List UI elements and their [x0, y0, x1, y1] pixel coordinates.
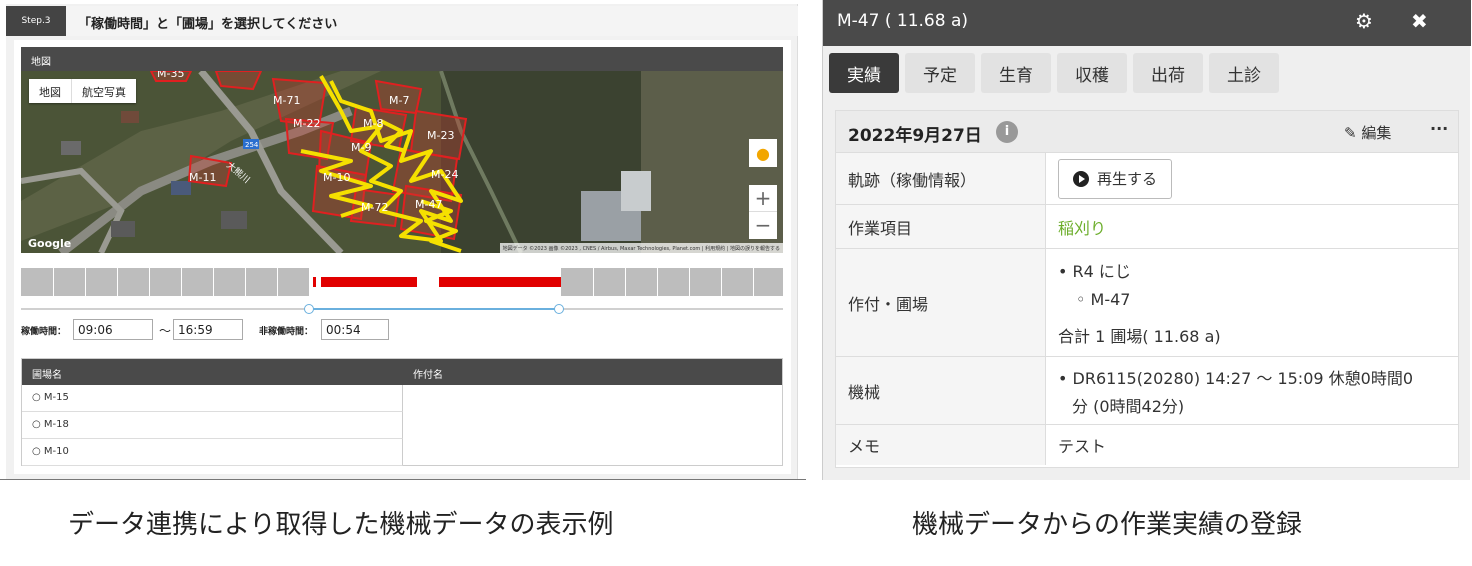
tab-soil[interactable]: 土診: [1209, 53, 1279, 93]
tab-results[interactable]: 実績: [829, 53, 899, 93]
tab-growth[interactable]: 生育: [981, 53, 1051, 93]
start-time-input[interactable]: 09:06: [73, 319, 153, 340]
row-memo: メモ テスト: [836, 425, 1458, 465]
map-label-m35: M-35: [157, 71, 184, 80]
step-title: 「稼働時間」と「圃場」を選択してください: [78, 17, 338, 32]
svg-text:M-24: M-24: [431, 168, 458, 181]
tab-bar: 実績 予定 生育 収穫 出荷 土診: [829, 53, 1279, 93]
timeline-work-segment: [439, 277, 561, 287]
track-label: 軌跡（稼働情報）: [836, 153, 1046, 204]
left-panel: Step.3 「稼働時間」と「圃場」を選択してください 地図 M-35 M-71…: [6, 4, 798, 480]
col-crop-name: 作付名: [413, 370, 443, 381]
time-slider-range: [309, 308, 559, 310]
svg-text:M-7: M-7: [389, 94, 409, 107]
machine-label: 機械: [836, 357, 1046, 424]
field-table: 圃場名 作付名 ○ M-15 ○ M-18 ○ M-10: [21, 358, 783, 466]
caption-right: 機械データからの作業実績の登録: [912, 510, 1303, 540]
operation-timeline[interactable]: [21, 268, 783, 296]
row-crop: 作付・圃場 • R4 にじ ◦ M-47 合計 1 圃場( 11.68 a): [836, 249, 1458, 357]
crop-name: • R4 にじ: [1058, 262, 1131, 281]
time-slider-end-handle[interactable]: [554, 304, 564, 314]
field-total: 合計 1 圃場( 11.68 a): [1058, 327, 1221, 346]
play-button[interactable]: 再生する: [1058, 158, 1173, 199]
machine-value-cont: 分 (0時間42分): [1072, 396, 1185, 416]
timeline-work-segment: [321, 277, 417, 287]
caption-left: データ連携により取得した機械データの表示例: [68, 510, 614, 540]
street-view-pegman-icon[interactable]: ●: [749, 139, 777, 167]
step-bar: Step.3 「稼働時間」と「圃場」を選択してください: [6, 6, 798, 36]
col-field-name: 圃場名: [32, 370, 62, 381]
table-header: 圃場名 作付名: [22, 359, 782, 385]
map-type-satellite[interactable]: 航空写真: [71, 79, 136, 103]
svg-text:M-10: M-10: [323, 171, 350, 184]
time-slider-start-handle[interactable]: [304, 304, 314, 314]
field-title: M-47 ( 11.68 a): [837, 11, 968, 31]
map-header: 地図: [21, 47, 783, 71]
machine-value: • DR6115(20280) 14:27 〜 15:09 休憩0時間0: [1058, 368, 1413, 388]
more-menu-icon[interactable]: ···: [1430, 119, 1448, 138]
record-date-bar: 2022年9月27日 i ✎ 編集 ···: [836, 111, 1458, 153]
svg-text:M-22: M-22: [293, 117, 320, 130]
right-panel: M-47 ( 11.68 a) ⚙ ✖ 実績 予定 生育 収穫 出荷 土診 20…: [822, 0, 1471, 480]
svg-text:M-47: M-47: [415, 198, 442, 211]
work-value: 稲刈り: [1058, 218, 1107, 238]
zoom-in-icon[interactable]: +: [749, 185, 777, 211]
divider: [0, 479, 806, 480]
field-name: ◦ M-47: [1076, 290, 1131, 309]
end-time-input[interactable]: 16:59: [173, 319, 243, 340]
work-label: 作業項目: [836, 205, 1046, 248]
record-date: 2022年9月27日: [848, 126, 982, 146]
info-icon[interactable]: i: [996, 121, 1018, 143]
svg-text:M-23: M-23: [427, 129, 454, 142]
memo-value: テスト: [1058, 437, 1107, 456]
zoom-out-icon[interactable]: −: [749, 211, 777, 238]
svg-text:M-8: M-8: [363, 117, 383, 130]
idle-time-input[interactable]: 00:54: [321, 319, 389, 340]
svg-text:M-71: M-71: [273, 94, 300, 107]
row-work: 作業項目 稲刈り: [836, 205, 1458, 249]
edit-icon: ✎: [1344, 124, 1357, 142]
tab-shipment[interactable]: 出荷: [1133, 53, 1203, 93]
map-attribution[interactable]: 地図データ ©2023 画像 ©2023 , CNES / Airbus, Ma…: [499, 243, 783, 253]
table-row[interactable]: ○ M-10: [22, 439, 403, 466]
svg-text:254: 254: [245, 141, 259, 149]
tab-plan[interactable]: 予定: [905, 53, 975, 93]
play-icon: [1073, 170, 1089, 187]
google-logo: Google: [28, 237, 72, 250]
gear-icon[interactable]: ⚙: [1355, 9, 1373, 33]
step-badge: Step.3: [6, 6, 66, 36]
table-row[interactable]: ○ M-15: [22, 385, 403, 412]
crop-name-column: [403, 385, 782, 465]
row-machine: 機械 • DR6115(20280) 14:27 〜 15:09 休憩0時間0 …: [836, 357, 1458, 425]
map-type-switcher[interactable]: 地図 航空写真: [29, 79, 136, 103]
record-card: 2022年9月27日 i ✎ 編集 ··· 軌跡（稼働情報） 再生する 作業項目…: [835, 110, 1459, 468]
svg-text:M-9: M-9: [351, 141, 371, 154]
time-row: 稼働時間： 09:06 〜 16:59 非稼働時間： 00:54: [21, 319, 781, 341]
map-type-map[interactable]: 地図: [29, 79, 71, 103]
close-icon[interactable]: ✖: [1411, 9, 1428, 33]
operating-time-label: 稼働時間：: [21, 327, 67, 337]
row-track: 軌跡（稼働情報） 再生する: [836, 153, 1458, 205]
timeline-work-segment: [313, 277, 316, 287]
record-table: 軌跡（稼働情報） 再生する 作業項目 稲刈り 作付・圃場 • R4 にじ ◦ M…: [836, 153, 1458, 465]
svg-text:M-11: M-11: [189, 171, 216, 184]
map-view[interactable]: M-35 M-71 M-7 M-22 M-8 M-23 M-9 M-10 M-2…: [21, 71, 783, 253]
table-row[interactable]: ○ M-18: [22, 412, 403, 439]
svg-text:M-72: M-72: [361, 201, 388, 214]
idle-time-label: 非稼働時間：: [259, 327, 314, 337]
zoom-control[interactable]: + −: [749, 185, 777, 239]
memo-label: メモ: [836, 425, 1046, 465]
tab-harvest[interactable]: 収穫: [1057, 53, 1127, 93]
tilde: 〜: [159, 324, 172, 338]
field-header: M-47 ( 11.68 a) ⚙ ✖: [823, 0, 1471, 46]
selection-card: 地図 M-35 M-71 M-7 M-22 M-8 M-23 M-9 M-10 …: [14, 40, 791, 474]
edit-button[interactable]: ✎ 編集: [1344, 122, 1391, 143]
crop-label: 作付・圃場: [836, 249, 1046, 356]
